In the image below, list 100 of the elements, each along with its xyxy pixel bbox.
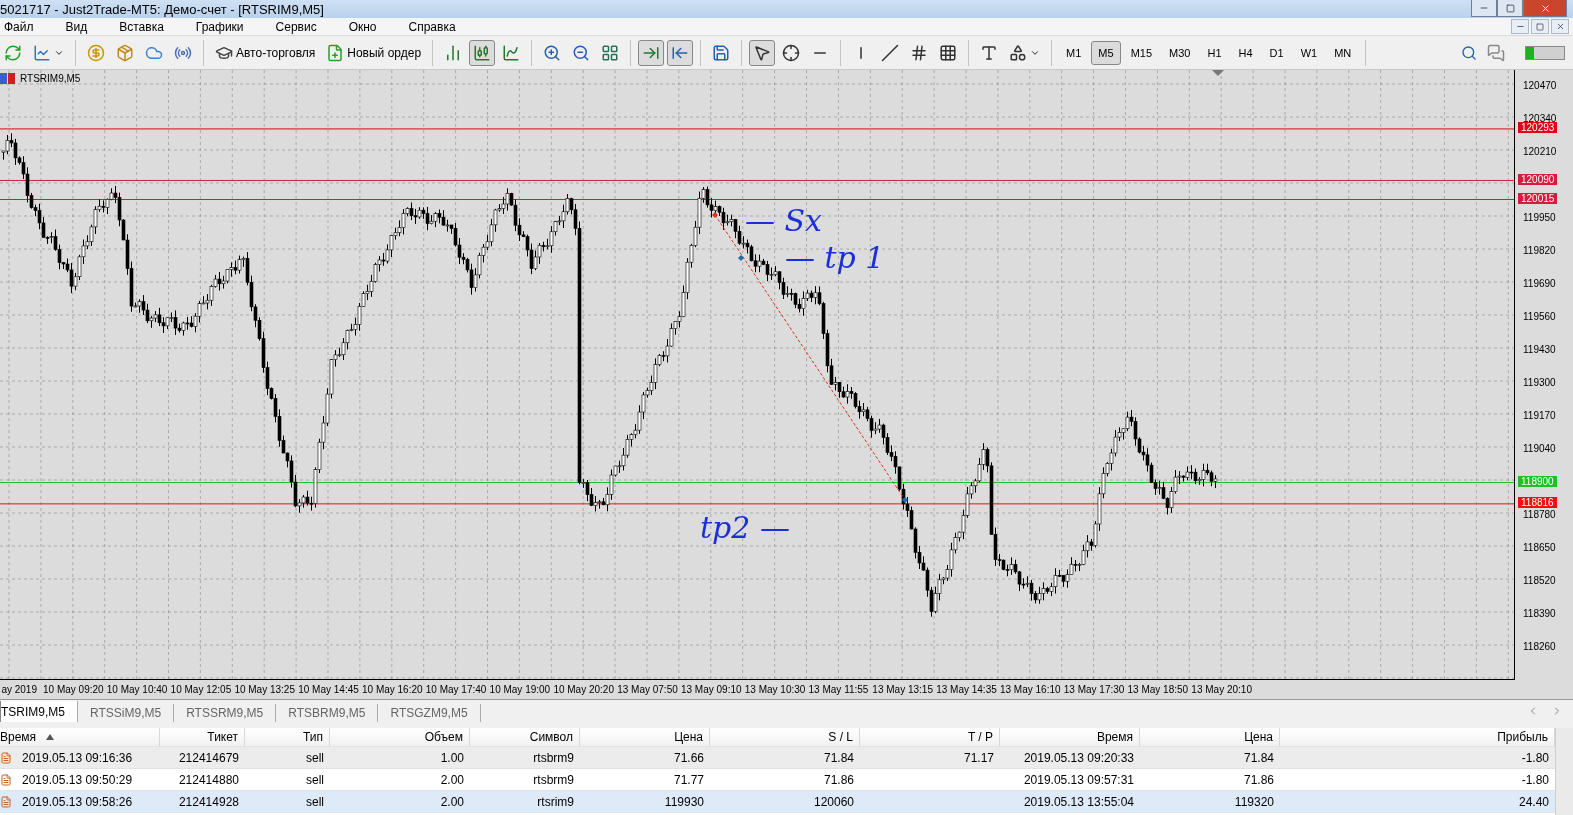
document-plus-icon (326, 43, 345, 62)
table-cell: 2019.05.13 09:50:29 (22, 772, 133, 787)
table-cell: 71.77 (673, 772, 704, 787)
timeframe-button[interactable]: W1 (1293, 40, 1325, 65)
menu-item[interactable]: Файл (0, 19, 44, 34)
close-button[interactable] (1551, 19, 1569, 34)
column-label: Время (0, 730, 37, 744)
table-cell: 71.84 (823, 750, 854, 765)
minimize-button[interactable] (1471, 0, 1497, 17)
timeframe-button[interactable]: M5 (1091, 40, 1121, 65)
time-tick-label: 10 May 10:40 (105, 684, 169, 695)
menu-item[interactable]: Справка (398, 19, 466, 34)
column-header[interactable]: Время (0, 728, 160, 746)
table-cell: rtsbrm9 (533, 750, 574, 765)
table-cell: -1.80 (1521, 772, 1549, 787)
timeframe-button[interactable]: D1 (1262, 40, 1291, 65)
price-tick-label: 119820 (1523, 244, 1556, 256)
candlestick-icon[interactable] (469, 39, 496, 66)
time-tick-label: 13 May 16:10 (998, 684, 1062, 695)
timeframe-button[interactable]: M15 (1123, 40, 1160, 65)
column-header[interactable]: Прибыль (1280, 728, 1555, 746)
menu-item[interactable]: Вставка (109, 19, 174, 34)
table-cell: rtsrim9 (537, 794, 574, 809)
time-tick-label: 13 May 07:50 (616, 684, 679, 695)
column-label: Объем (424, 730, 463, 744)
column-label: S / L (828, 730, 853, 744)
table-cell: 2019.05.13 09:16:36 (22, 750, 133, 765)
time-tick-label: ay 2019 (0, 684, 38, 695)
price-tick-label: 119560 (1523, 310, 1556, 322)
table-cell: 212414679 (178, 750, 239, 765)
maximize-button[interactable] (1497, 0, 1523, 17)
timeframe-button[interactable]: M30 (1162, 40, 1198, 65)
column-header[interactable]: T / P (860, 728, 1000, 746)
trade-marker-icon (738, 255, 744, 261)
close-icon (1555, 22, 1565, 31)
time-tick-label: 13 May 09:10 (679, 684, 743, 695)
search-icon[interactable] (1461, 44, 1477, 61)
table-cell: 2019.05.13 09:20:33 (1023, 750, 1134, 765)
table-row[interactable]: 2019.05.13 09:58:26 212414928 sell 2.00 rtsrim9 119930 120060 2019.05.13 13:55:04 119320 24.40 (0, 791, 1555, 813)
trade-marker-icon (712, 212, 718, 218)
timeframe-button[interactable]: MN (1327, 40, 1359, 65)
handwritten-note: tp2 — (700, 510, 790, 545)
column-header[interactable]: Тикет (160, 728, 245, 746)
column-label: Тикет (207, 730, 238, 744)
menu-item[interactable]: Сервис (265, 19, 327, 34)
close-icon (1539, 2, 1551, 14)
toolbar-button[interactable]: Авто-торговля (211, 39, 320, 66)
chat-icon[interactable] (1487, 43, 1505, 62)
price-tick-label: 118780 (1523, 508, 1556, 520)
column-header[interactable]: Цена (1140, 728, 1280, 746)
column-label: Символ (529, 730, 573, 744)
scrollbar[interactable] (1555, 728, 1573, 815)
table-cell: 2019.05.13 13:55:04 (1023, 794, 1134, 809)
table-cell: 71.86 (1243, 772, 1274, 787)
document-icon (0, 795, 12, 808)
table-row[interactable]: 2019.05.13 09:16:36 212414679 sell 1.00 rtsbrm9 71.66 71.84 71.17 2019.05.13 09:20:33 71.84 -1.80 (0, 747, 1555, 769)
time-tick-label: 10 May 19:00 (488, 684, 552, 695)
timeframe-button[interactable]: H1 (1200, 40, 1229, 65)
menu-item[interactable]: Вид (55, 19, 98, 34)
timeframe-button[interactable]: M1 (1059, 40, 1089, 65)
table-cell: 119320 (1234, 794, 1274, 809)
column-label: Время (1096, 730, 1133, 744)
table-cell: 1.00 (440, 750, 464, 765)
column-header[interactable]: Объем (330, 728, 470, 746)
time-tick-label: 13 May 13:15 (871, 684, 934, 695)
column-header[interactable]: Символ (470, 728, 580, 746)
price-tick-label: 118260 (1523, 640, 1556, 652)
table-cell: 212414928 (178, 794, 239, 809)
price-level-line[interactable] (0, 482, 1514, 484)
price-tick-label: 118390 (1523, 607, 1556, 619)
table-cell: 71.17 (963, 750, 994, 765)
toolbar-button[interactable]: Новый ордер (322, 39, 426, 66)
table-cell: 120060 (813, 794, 854, 809)
menu-item[interactable]: Окно (338, 19, 387, 34)
document-icon (0, 751, 12, 764)
table-cell: 71.84 (1243, 750, 1274, 765)
price-tick-label: 119300 (1523, 376, 1556, 388)
time-tick-label: 13 May 11:55 (807, 684, 870, 695)
time-tick-label: 10 May 09:20 (42, 684, 105, 695)
time-tick-label: 13 May 17:30 (1062, 684, 1126, 695)
column-header[interactable]: Тип (245, 728, 330, 746)
time-tick-label: 10 May 14:45 (297, 684, 360, 695)
table-cell: 119930 (664, 794, 704, 809)
timeframe-button[interactable]: H4 (1231, 40, 1260, 65)
time-tick-label: 13 May 14:35 (935, 684, 998, 695)
cursor-icon[interactable] (749, 39, 776, 66)
menu-item[interactable]: Графики (185, 19, 254, 34)
price-tick-label: 119690 (1523, 277, 1556, 289)
price-tick-label: 119430 (1523, 343, 1556, 355)
price-level-line[interactable] (0, 179, 1514, 181)
table-cell: sell (306, 750, 324, 765)
column-header[interactable]: Время (1000, 728, 1140, 746)
price-level-label: 118900 (1518, 476, 1557, 488)
column-header[interactable]: S / L (710, 728, 860, 746)
price-tick-label: 120470 (1523, 79, 1557, 91)
column-header[interactable]: Цена (580, 728, 710, 746)
price-level-label: 120090 (1518, 173, 1558, 185)
table-cell: 71.66 (673, 750, 704, 765)
price-level-line[interactable] (0, 503, 1514, 505)
chart-tab[interactable]: TSRIM9,M5 (0, 701, 78, 722)
